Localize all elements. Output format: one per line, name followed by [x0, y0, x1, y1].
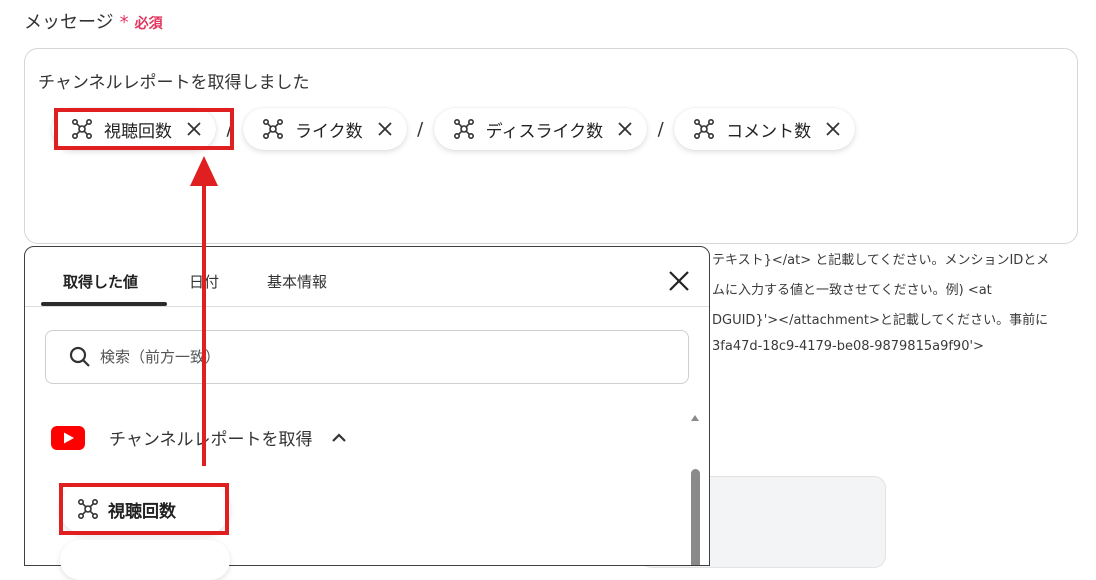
annotation-arrow: [190, 156, 218, 466]
